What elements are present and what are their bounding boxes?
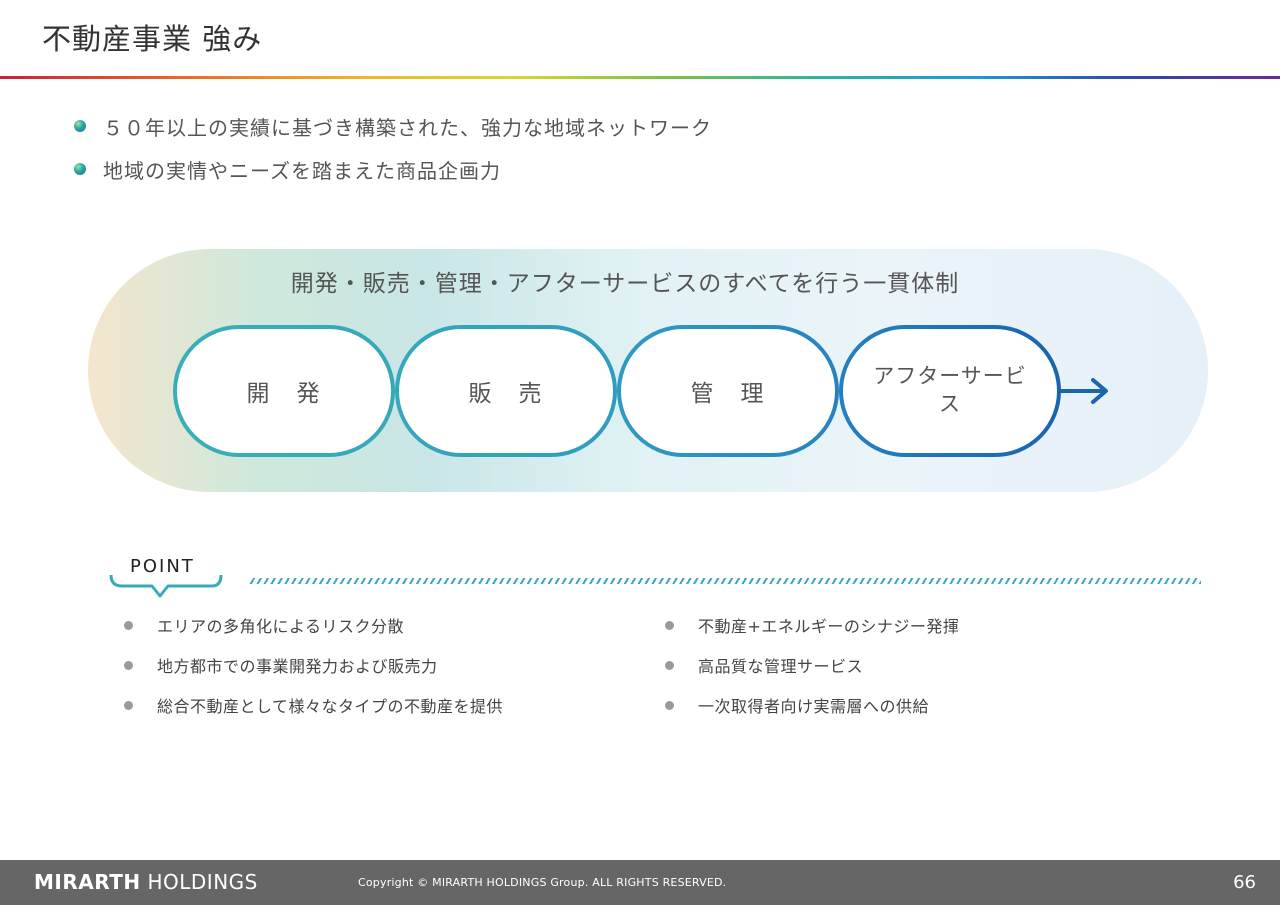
- stage-label-sales: 販 売: [468, 381, 544, 407]
- point-bracket-icon: [109, 574, 223, 598]
- point-item: 不動産+エネルギーのシナジー発揮: [665, 614, 959, 636]
- page-number: 66: [1233, 872, 1256, 893]
- point-text: エリアの多角化によるリスク分散: [157, 617, 405, 636]
- stage-label-develop: 開 発: [246, 381, 322, 407]
- point-item: 地方都市での事業開発力および販売力: [124, 654, 503, 676]
- flow-diagram: [173, 325, 1108, 457]
- logo-rest: HOLDINGS: [147, 870, 258, 894]
- gray-dot-icon: [665, 700, 674, 710]
- logo-bold: MIRARTH: [34, 870, 141, 894]
- point-text: 一次取得者向け実需層への供給: [698, 697, 930, 716]
- footer-bar: MIRARTH HOLDINGS Copyright © MIRARTH HOL…: [0, 860, 1280, 905]
- gray-dot-icon: [665, 660, 674, 670]
- stage-label-after-service: アフターサービス: [873, 364, 1027, 416]
- company-logo: MIRARTH HOLDINGS: [34, 870, 258, 894]
- gray-dot-icon: [665, 620, 674, 630]
- point-text: 総合不動産として様々なタイプの不動産を提供: [157, 697, 504, 716]
- point-item: エリアの多角化によるリスク分散: [124, 614, 503, 636]
- stage-label-management: 管 理: [690, 381, 766, 407]
- gray-dot-icon: [124, 660, 133, 670]
- point-item: 高品質な管理サービス: [665, 654, 959, 676]
- gray-dot-icon: [124, 700, 133, 710]
- point-item: 一次取得者向け実需層への供給: [665, 694, 959, 716]
- point-text: 不動産+エネルギーのシナジー発揮: [698, 617, 960, 636]
- point-text: 高品質な管理サービス: [698, 657, 864, 676]
- point-text: 地方都市での事業開発力および販売力: [157, 657, 438, 676]
- point-list-left: エリアの多角化によるリスク分散 地方都市での事業開発力および販売力 総合不動産と…: [124, 614, 503, 734]
- point-item: 総合不動産として様々なタイプの不動産を提供: [124, 694, 503, 716]
- point-dash-line: [248, 578, 1201, 584]
- point-list-right: 不動産+エネルギーのシナジー発揮 高品質な管理サービス 一次取得者向け実需層への…: [665, 614, 959, 734]
- copyright-text: Copyright © MIRARTH HOLDINGS Group. ALL …: [358, 876, 727, 889]
- gray-dot-icon: [124, 620, 133, 630]
